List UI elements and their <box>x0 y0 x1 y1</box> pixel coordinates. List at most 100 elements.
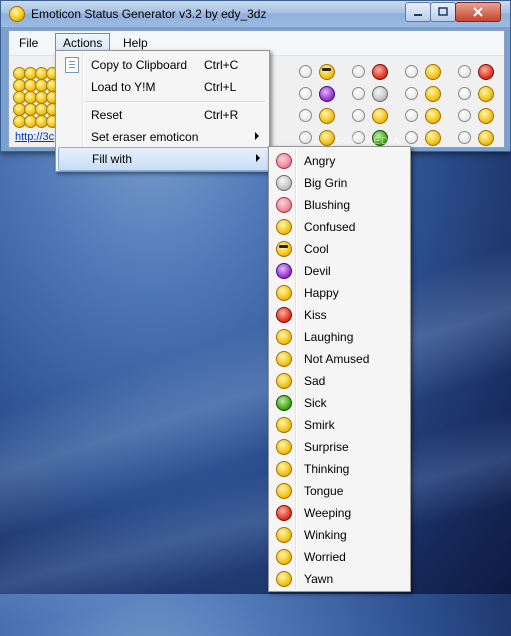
menu-copy-to-clipboard[interactable]: Copy to Clipboard Ctrl+C <box>58 54 267 76</box>
fill-item-label: Happy <box>304 286 339 300</box>
emoticon-icon <box>319 130 335 146</box>
blushing-icon <box>276 197 292 213</box>
laughing-icon <box>276 329 292 345</box>
close-button[interactable] <box>455 2 501 22</box>
fill-item-label: Sad <box>304 374 326 388</box>
fill-item-devil[interactable]: Devil <box>271 260 408 282</box>
emoticon-icon <box>425 64 441 80</box>
fill-item-smirk[interactable]: Smirk <box>271 414 408 436</box>
emoticon-icon <box>319 64 335 80</box>
menu-item-label: Reset <box>91 108 123 122</box>
big-grin-icon <box>276 175 292 191</box>
menu-item-label: Load to Y!M <box>91 80 156 94</box>
emoticon-radio[interactable] <box>458 87 471 100</box>
emoticon-radio[interactable] <box>352 65 365 78</box>
emoticon-icon <box>478 64 494 80</box>
minimize-icon <box>414 14 422 16</box>
fill-item-label: Confused <box>304 220 356 234</box>
fill-item-label: Devil <box>304 264 331 278</box>
emoticon-icon <box>478 108 494 124</box>
fill-item-happy[interactable]: Happy <box>271 282 408 304</box>
menu-item-label: Fill with <box>92 152 133 166</box>
menu-set-eraser-emoticon[interactable]: Set eraser emoticon <box>58 126 267 148</box>
smirk-icon <box>276 417 292 433</box>
fill-item-tongue[interactable]: Tongue <box>271 480 408 502</box>
menu-item-shortcut: Ctrl+C <box>204 58 239 72</box>
fill-item-blushing[interactable]: Blushing <box>271 194 408 216</box>
angry-icon <box>276 153 292 169</box>
emoticon-radio[interactable] <box>405 87 418 100</box>
menu-reset[interactable]: Reset Ctrl+R <box>58 104 267 126</box>
emoticon-radio[interactable] <box>458 65 471 78</box>
not-amused-icon <box>276 351 292 367</box>
actions-menu: Copy to Clipboard Ctrl+C Load to Y!M Ctr… <box>55 50 270 172</box>
fill-item-not-amused[interactable]: Not Amused <box>271 348 408 370</box>
happy-icon <box>276 285 292 301</box>
emoticon-radio[interactable] <box>405 131 418 144</box>
menu-file[interactable]: File <box>12 34 45 52</box>
menu-item-label: Copy to Clipboard <box>91 58 188 72</box>
emoticon-radio[interactable] <box>405 65 418 78</box>
worried-icon <box>276 549 292 565</box>
fill-item-label: Weeping <box>304 506 352 520</box>
confused-icon <box>276 219 292 235</box>
emoticon-icon <box>319 108 335 124</box>
menu-fill-with[interactable]: Fill with <box>58 147 269 171</box>
fill-with-submenu: Angry Big Grin Blushing Confused Cool Devil Ha… <box>268 146 411 592</box>
minimize-button[interactable] <box>405 2 431 22</box>
title-bar[interactable]: Emoticon Status Generator v3.2 by edy_3d… <box>1 1 510 27</box>
emoticon-radio[interactable] <box>299 65 312 78</box>
emoticon-radio[interactable] <box>299 87 312 100</box>
fill-item-sick[interactable]: Sick <box>271 392 408 414</box>
fill-item-big-grin[interactable]: Big Grin <box>271 172 408 194</box>
copy-icon <box>65 57 79 73</box>
emoticon-icon <box>425 130 441 146</box>
thinking-icon <box>276 461 292 477</box>
kiss-icon <box>276 307 292 323</box>
maximize-button[interactable] <box>430 2 456 22</box>
fill-item-angry[interactable]: Angry <box>271 150 408 172</box>
emoticon-icon <box>425 108 441 124</box>
fill-item-label: Angry <box>304 154 336 168</box>
fill-item-label: Kiss <box>304 308 327 322</box>
close-icon <box>473 7 483 17</box>
fill-item-cool[interactable]: Cool <box>271 238 408 260</box>
fill-item-label: Cool <box>304 242 329 256</box>
submenu-arrow-icon <box>256 154 260 162</box>
homepage-link[interactable]: http://3c <box>15 131 54 143</box>
fill-item-label: Yawn <box>304 572 334 586</box>
fill-item-worried[interactable]: Worried <box>271 546 408 568</box>
window-title: Emoticon Status Generator v3.2 by edy_3d… <box>31 7 267 21</box>
sad-icon <box>276 373 292 389</box>
maximize-icon <box>438 7 448 16</box>
fill-item-confused[interactable]: Confused <box>271 216 408 238</box>
submenu-arrow-icon <box>255 132 259 140</box>
surprise-icon <box>276 439 292 455</box>
emoticon-radio[interactable] <box>458 109 471 122</box>
fill-item-yawn[interactable]: Yawn <box>271 568 408 590</box>
yawn-icon <box>276 571 292 587</box>
menu-load-to-ym[interactable]: Load to Y!M Ctrl+L <box>58 76 267 98</box>
fill-item-kiss[interactable]: Kiss <box>271 304 408 326</box>
menu-separator <box>85 101 265 103</box>
fill-item-thinking[interactable]: Thinking <box>271 458 408 480</box>
emoticon-radio[interactable] <box>299 109 312 122</box>
winking-icon <box>276 527 292 543</box>
fill-item-laughing[interactable]: Laughing <box>271 326 408 348</box>
emoticon-icon <box>372 86 388 102</box>
fill-item-sad[interactable]: Sad <box>271 370 408 392</box>
fill-item-surprise[interactable]: Surprise <box>271 436 408 458</box>
fill-item-label: Laughing <box>304 330 354 344</box>
emoticon-radio[interactable] <box>458 131 471 144</box>
emoticon-radio[interactable] <box>352 109 365 122</box>
emoticon-radio[interactable] <box>405 109 418 122</box>
emoticon-radio[interactable] <box>299 131 312 144</box>
menu-item-shortcut: Ctrl+R <box>204 108 239 122</box>
fill-item-label: Big Grin <box>304 176 348 190</box>
fill-item-label: Thinking <box>304 462 350 476</box>
weeping-icon <box>276 505 292 521</box>
emoticon-icon <box>425 86 441 102</box>
fill-item-winking[interactable]: Winking <box>271 524 408 546</box>
fill-item-weeping[interactable]: Weeping <box>271 502 408 524</box>
emoticon-radio[interactable] <box>352 87 365 100</box>
